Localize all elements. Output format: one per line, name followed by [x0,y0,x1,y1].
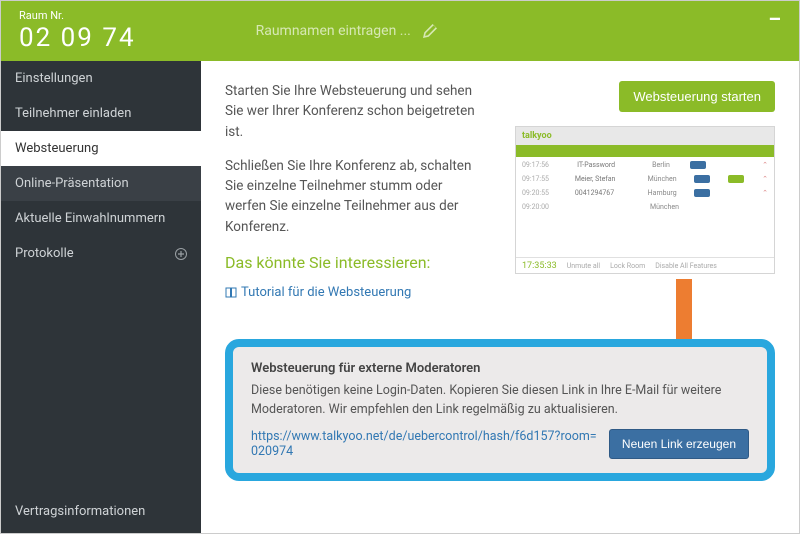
room-block: Raum Nr. 02 09 74 [19,10,136,53]
room-label: Raum Nr. [19,10,136,21]
plus-icon [175,248,187,260]
sidebar-item-presentation[interactable]: Online-Präsentation [1,166,201,201]
pencil-icon[interactable] [423,24,437,38]
intro-p2: Schließen Sie Ihre Konferenz ab, schalte… [225,156,485,237]
main-content: Starten Sie Ihre Websteuerung und sehen … [201,61,799,533]
minimize-icon[interactable]: – [768,7,781,31]
sidebar-item-dialin[interactable]: Aktuelle Einwahlnummern [1,201,201,236]
extbox-desc: Diese benötigen keine Login-Daten. Kopie… [251,382,749,420]
sidebar: Einstellungen Teilnehmer einladen Webste… [1,61,201,533]
interest-heading: Das könnte Sie interessieren: [225,251,485,275]
sidebar-item-invite[interactable]: Teilnehmer einladen [1,96,201,131]
extbox-title: Websteuerung für externe Moderatoren [251,361,749,376]
start-webcontrol-button[interactable]: Websteuerung starten [619,81,775,112]
sidebar-item-webcontrol[interactable]: Websteuerung [1,131,201,166]
intro-p1: Starten Sie Ihre Websteuerung und sehen … [225,81,485,142]
header-bar: Raum Nr. 02 09 74 Raumnamen eintragen ..… [1,1,799,61]
sidebar-item-protocols[interactable]: Protokolle [1,236,201,271]
tutorial-link[interactable]: Tutorial für die Websteuerung [225,283,411,303]
sidebar-item-contract[interactable]: Vertragsinformationen [1,490,201,533]
external-link[interactable]: https://www.talkyoo.net/de/uebercontrol/… [251,429,599,459]
room-number: 02 09 74 [19,23,136,53]
roomname-placeholder: Raumnamen eintragen ... [256,23,411,39]
book-icon [225,287,237,299]
external-moderator-box: Websteuerung für externe Moderatoren Die… [225,339,775,482]
preview-logo: talkyoo [522,131,552,141]
roomname-editor[interactable]: Raumnamen eintragen ... [256,23,437,39]
sidebar-item-settings[interactable]: Einstellungen [1,61,201,96]
generate-link-button[interactable]: Neuen Link erzeugen [609,429,749,459]
description-block: Starten Sie Ihre Websteuerung und sehen … [225,81,485,305]
webcontrol-preview-image: talkyoo 09:17:56IT-PasswordBerlin⌃ 09:17… [515,126,775,274]
